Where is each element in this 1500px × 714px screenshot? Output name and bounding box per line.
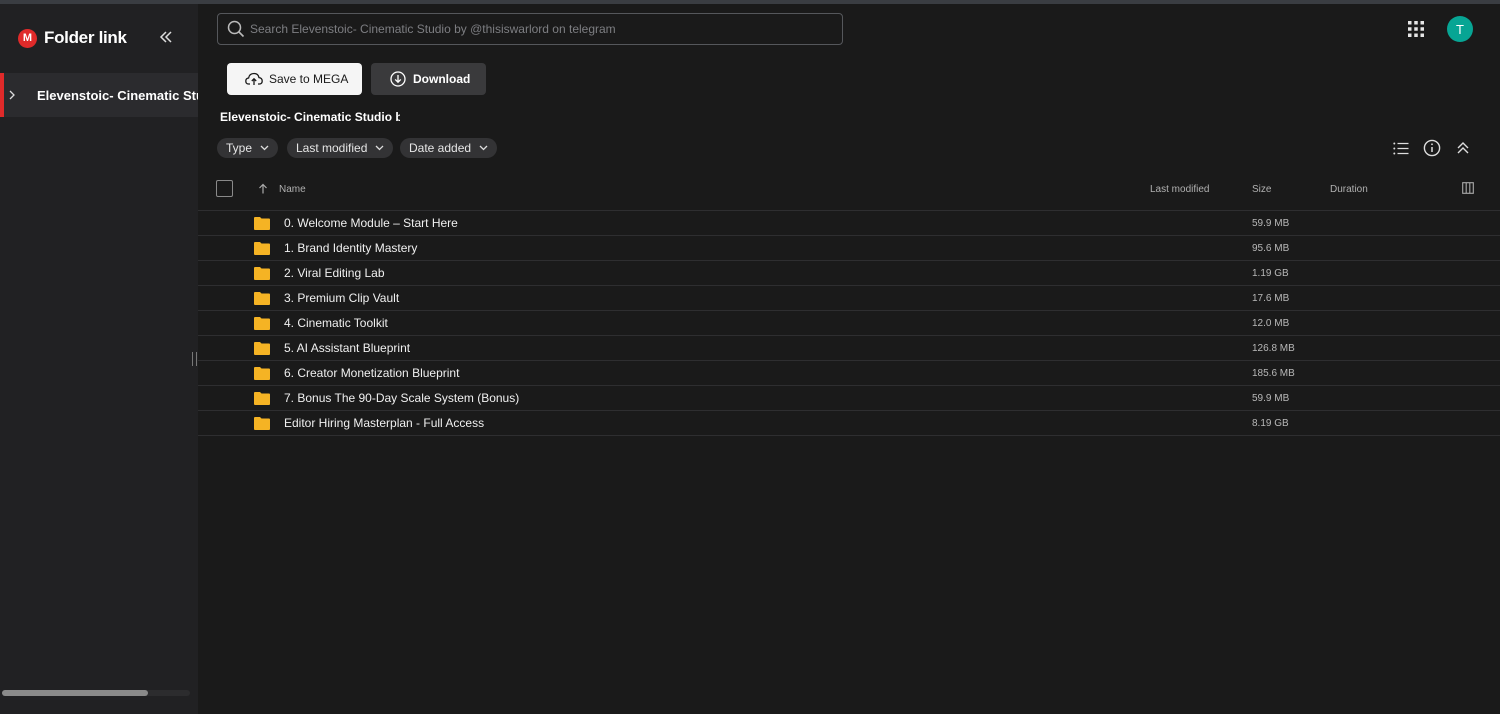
save-to-mega-label: Save to MEGA — [269, 72, 349, 86]
double-chevron-up-icon — [1457, 142, 1469, 154]
collapse-header-button[interactable] — [1453, 138, 1473, 158]
folder-icon — [254, 342, 270, 355]
file-size: 8.19 GB — [1252, 418, 1289, 429]
folder-title: Elevenstoic- Cinematic Studio by — [220, 110, 410, 124]
info-button[interactable] — [1422, 138, 1442, 158]
download-button[interactable]: Download — [371, 63, 486, 95]
file-size: 12.0 MB — [1252, 318, 1290, 329]
chevron-down-icon — [260, 145, 269, 151]
file-name: 5. AI Assistant Blueprint — [284, 341, 411, 355]
sidebar: M Folder link Elevenstoic- Cinematic Stu… — [0, 4, 198, 714]
chevron-down-icon — [479, 145, 488, 151]
column-name[interactable]: Name — [279, 184, 306, 195]
apps-grid-icon[interactable] — [1407, 20, 1425, 38]
list-view-icon — [1393, 142, 1409, 154]
page-title: Folder link — [44, 28, 127, 47]
column-last-modified[interactable]: Last modified — [1150, 184, 1209, 195]
file-size: 185.6 MB — [1252, 368, 1295, 379]
table-row[interactable]: 4. Cinematic Toolkit 12.0 MB — [198, 311, 1500, 336]
table-row[interactable]: Editor Hiring Masterplan - Full Access 8… — [198, 411, 1500, 436]
file-name: 0. Welcome Module – Start Here — [284, 216, 458, 230]
folder-icon — [254, 292, 270, 305]
brand: M Folder link — [18, 28, 127, 48]
sidebar-item-label: Elevenstoic- Cinematic Studio by — [37, 87, 198, 103]
table-row[interactable]: 0. Welcome Module – Start Here 59.9 MB — [198, 211, 1500, 236]
chevron-down-icon — [375, 145, 384, 151]
folder-icon — [254, 267, 270, 280]
last-modified-filter[interactable]: Last modified — [287, 138, 394, 158]
column-size[interactable]: Size — [1252, 184, 1271, 195]
collapse-sidebar-button[interactable] — [155, 26, 177, 48]
folder-icon — [254, 367, 270, 380]
folder-icon — [254, 242, 270, 255]
table-row[interactable]: 6. Creator Monetization Blueprint 185.6 … — [198, 361, 1500, 386]
folder-icon — [254, 317, 270, 330]
type-filter-label: Type — [226, 141, 253, 155]
download-label: Download — [413, 72, 471, 86]
file-size: 59.9 MB — [1252, 218, 1290, 229]
file-name: 3. Premium Clip Vault — [284, 291, 400, 305]
last-modified-filter-label: Last modified — [296, 141, 368, 155]
file-size: 59.9 MB — [1252, 393, 1290, 404]
sidebar-scrollbar-thumb[interactable] — [2, 690, 148, 696]
table-row[interactable]: 5. AI Assistant Blueprint 126.8 MB — [198, 336, 1500, 361]
file-name: 2. Viral Editing Lab — [284, 266, 385, 280]
sort-ascending-icon[interactable] — [258, 183, 268, 194]
column-duration[interactable]: Duration — [1330, 184, 1368, 195]
date-added-filter[interactable]: Date added — [400, 138, 498, 158]
file-name: Editor Hiring Masterplan - Full Access — [284, 416, 485, 430]
search-input[interactable] — [250, 22, 842, 36]
list-view-button[interactable] — [1391, 138, 1411, 158]
table-row[interactable]: 1. Brand Identity Mastery 95.6 MB — [198, 236, 1500, 261]
file-size: 95.6 MB — [1252, 243, 1290, 254]
search-icon — [227, 20, 245, 38]
file-name: 1. Brand Identity Mastery — [284, 241, 418, 255]
avatar[interactable]: T — [1447, 16, 1473, 42]
resize-handle[interactable] — [192, 352, 197, 366]
folder-icon — [254, 417, 270, 430]
chevron-right-icon[interactable] — [9, 90, 15, 100]
mega-logo[interactable]: M — [18, 28, 37, 48]
type-filter[interactable]: Type — [217, 138, 279, 158]
table-row[interactable]: 3. Premium Clip Vault 17.6 MB — [198, 286, 1500, 311]
file-size: 126.8 MB — [1252, 343, 1295, 354]
double-chevron-left-icon — [159, 31, 172, 43]
table-row[interactable]: 2. Viral Editing Lab 1.19 GB — [198, 261, 1500, 286]
file-name: 7. Bonus The 90-Day Scale System (Bonus) — [284, 391, 520, 405]
sidebar-scrollbar[interactable] — [2, 690, 190, 696]
cloud-upload-icon — [245, 72, 263, 85]
date-added-filter-label: Date added — [409, 141, 472, 155]
download-icon — [390, 71, 406, 87]
info-icon — [1423, 139, 1441, 157]
file-name: 4. Cinematic Toolkit — [284, 316, 388, 330]
folder-icon — [254, 217, 270, 230]
search-bar[interactable] — [217, 13, 843, 45]
table-header: Name Last modified Size Duration — [198, 176, 1500, 211]
file-size: 1.19 GB — [1252, 268, 1289, 279]
file-size: 17.6 MB — [1252, 293, 1290, 304]
window-top-border — [0, 0, 1500, 4]
column-settings-icon[interactable] — [1462, 182, 1474, 194]
folder-icon — [254, 392, 270, 405]
table-row[interactable]: 7. Bonus The 90-Day Scale System (Bonus)… — [198, 386, 1500, 411]
save-to-mega-button[interactable]: Save to MEGA — [227, 63, 362, 95]
sidebar-item-folder[interactable]: Elevenstoic- Cinematic Studio by — [0, 73, 198, 117]
file-name: 6. Creator Monetization Blueprint — [284, 366, 460, 380]
redaction-mark — [400, 103, 560, 131]
select-all-checkbox[interactable] — [216, 180, 233, 197]
